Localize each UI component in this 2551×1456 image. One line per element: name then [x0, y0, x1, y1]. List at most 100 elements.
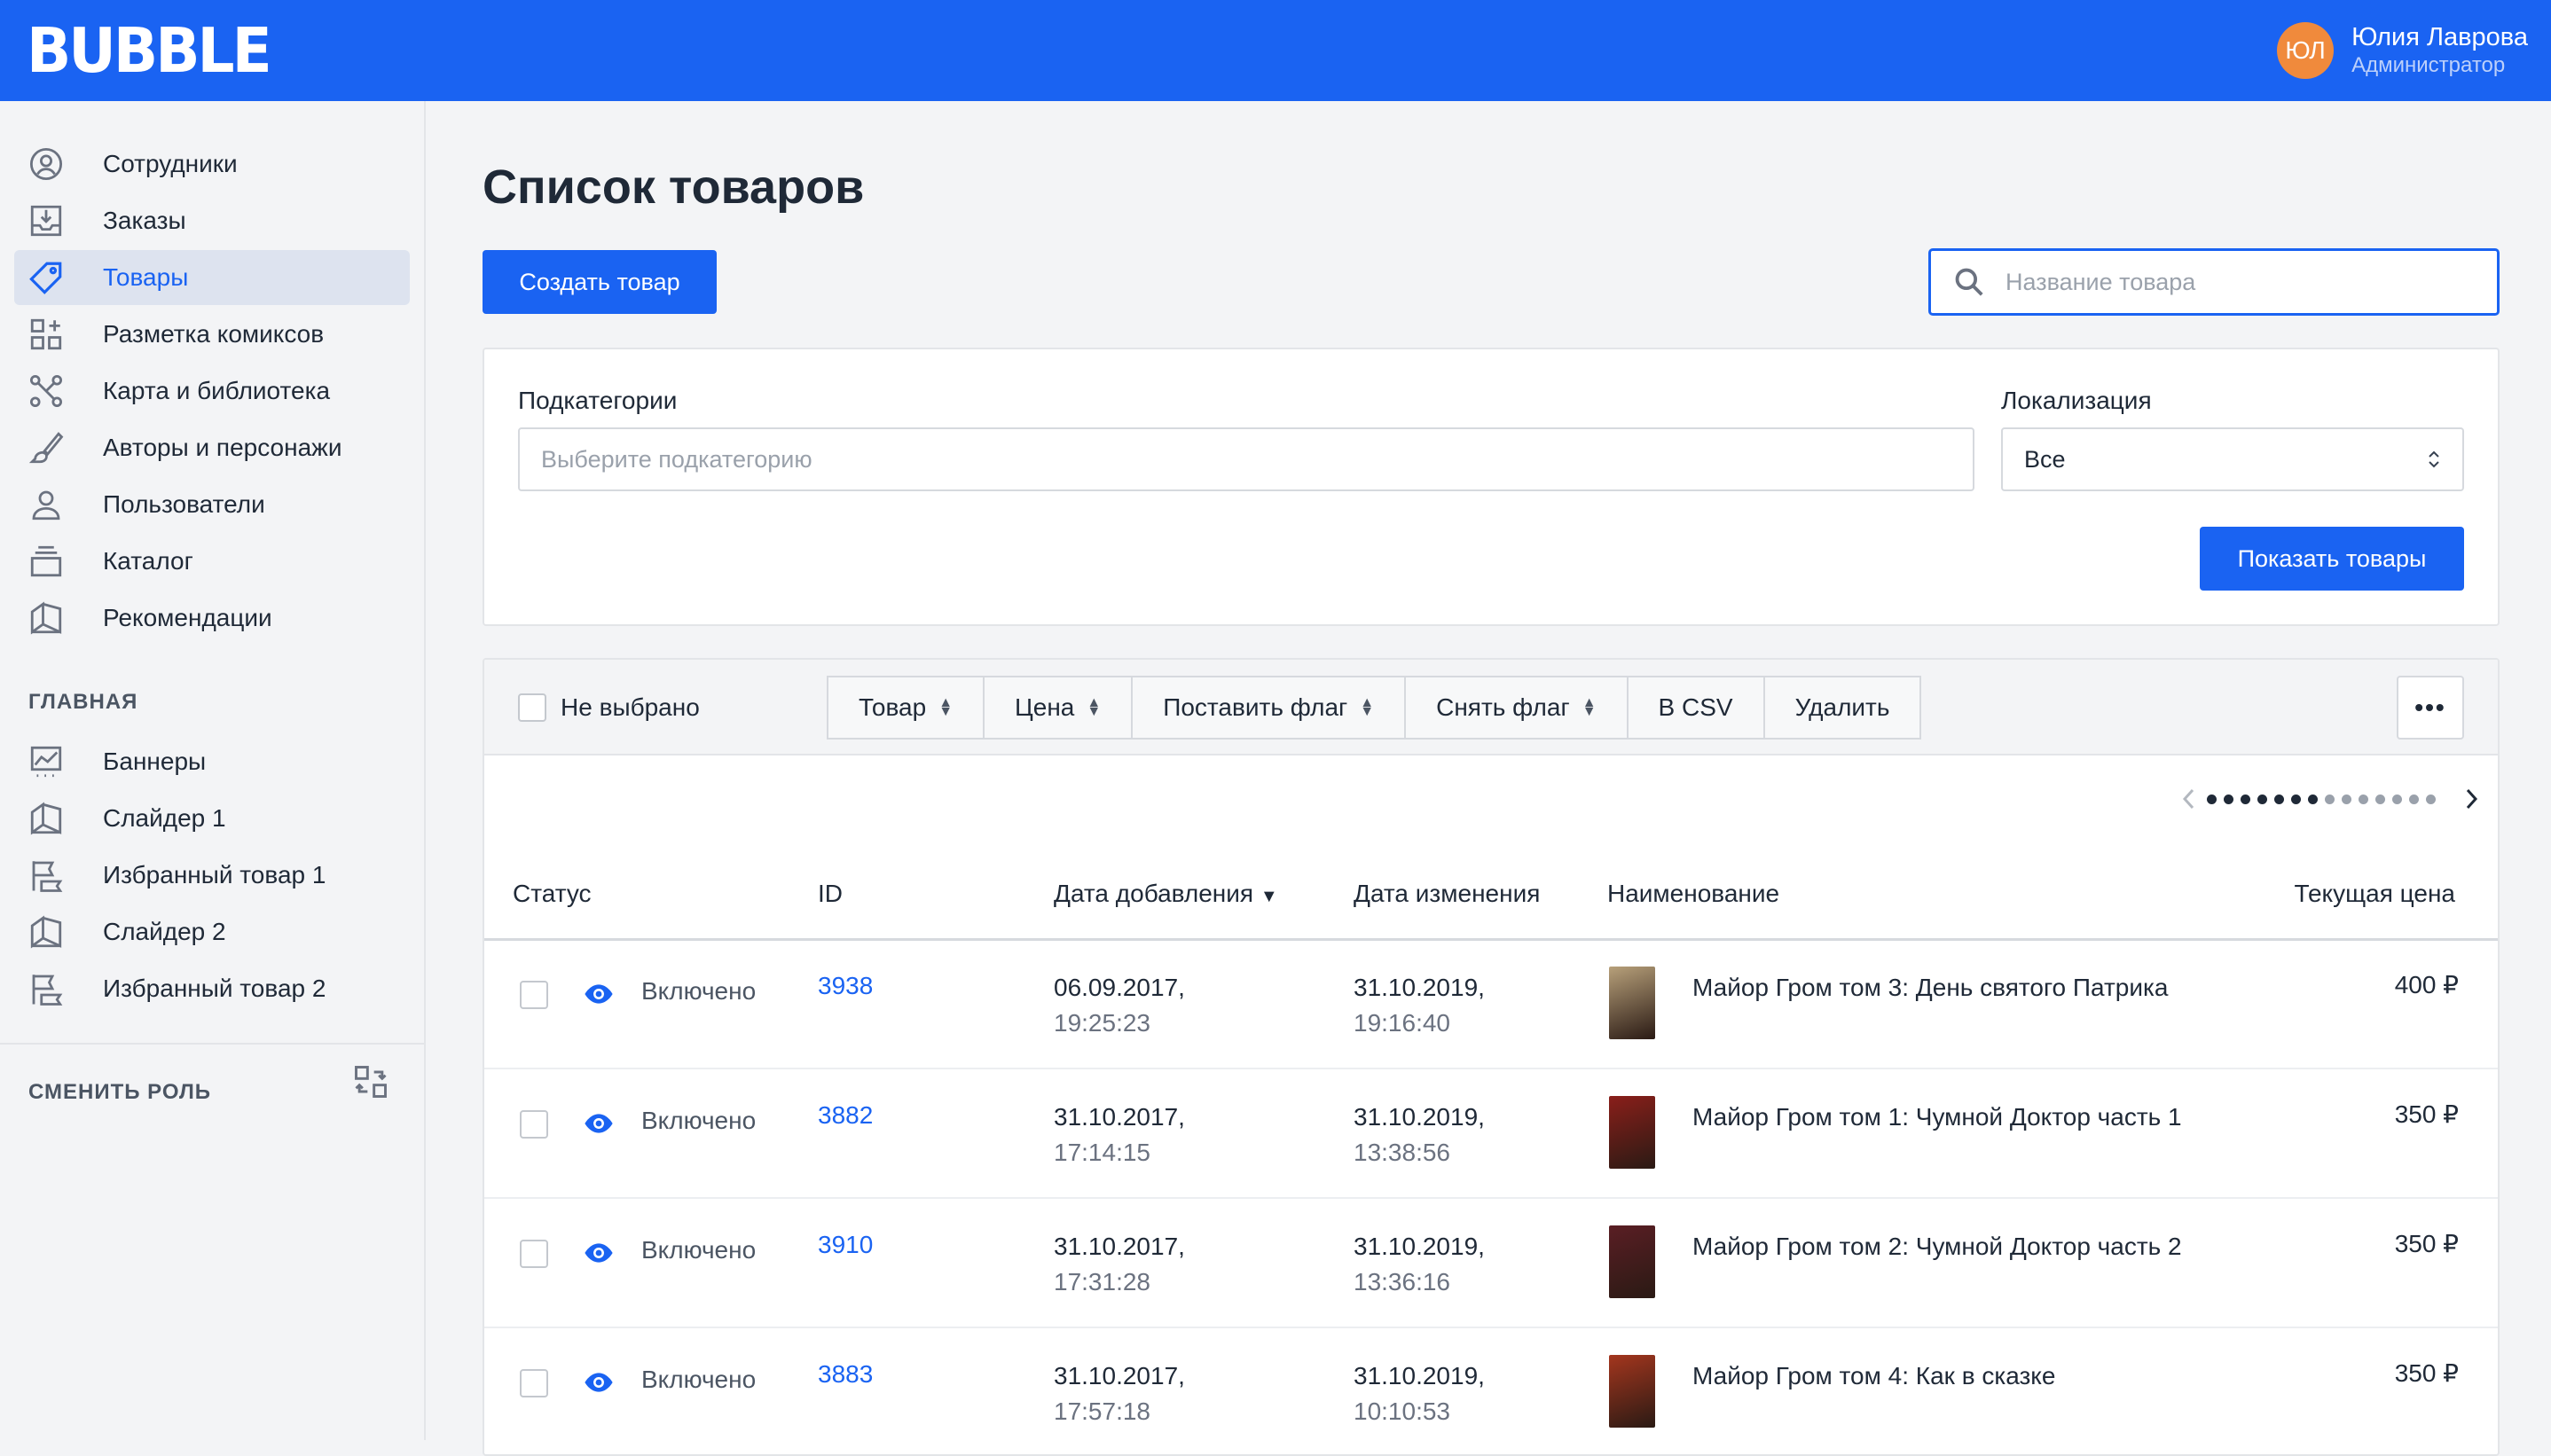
page-dot[interactable]: [2392, 795, 2402, 804]
table-row[interactable]: Включено 3882 31.10.2017, 17:14:15 31.10.…: [484, 1069, 2498, 1199]
eye-icon[interactable]: [584, 1367, 614, 1397]
book-open-icon: [27, 799, 66, 838]
change-role-label[interactable]: СМЕНИТЬ РОЛЬ: [28, 1080, 211, 1105]
sidebar-item-catalog[interactable]: Каталог: [14, 534, 410, 589]
row-checkbox[interactable]: [520, 981, 548, 1009]
product-name: Майор Гром том 1: Чумной Доктор часть 1: [1692, 1103, 2182, 1131]
col-date-added[interactable]: Дата добавления ▼: [1054, 880, 1278, 908]
sidebar-item-comic-markup[interactable]: Разметка комиксов: [14, 307, 410, 362]
row-checkbox[interactable]: [520, 1369, 548, 1397]
date-changed: 31.10.2019, 13:36:16: [1354, 1229, 1485, 1300]
sidebar-item-label: Избранный товар 2: [103, 975, 326, 1002]
page-dot[interactable]: [2409, 795, 2419, 804]
subcategory-label: Подкатегории: [518, 387, 678, 414]
page-dot[interactable]: [2375, 795, 2385, 804]
page-dot[interactable]: [2207, 795, 2217, 804]
sidebar-item-slider-2[interactable]: Слайдер 2: [14, 904, 410, 959]
set-flag-button[interactable]: Поставить флаг ▲ ▼: [1131, 676, 1407, 740]
export-csv-button[interactable]: В CSV: [1626, 676, 1765, 740]
show-products-button[interactable]: Показать товары: [2200, 527, 2464, 591]
brush-icon: [27, 428, 66, 467]
table-row[interactable]: Включено 3883 31.10.2017, 17:57:18 31.10.…: [484, 1328, 2498, 1454]
avatar[interactable]: ЮЛ: [2277, 22, 2335, 79]
sidebar-item-map-library[interactable]: Карта и библиотека: [14, 364, 410, 419]
sidebar-item-employees[interactable]: Сотрудники: [14, 137, 410, 192]
page-dot[interactable]: [2342, 795, 2351, 804]
sidebar-item-orders[interactable]: Заказы: [14, 193, 410, 248]
table-row[interactable]: Включено 3938 06.09.2017, 19:25:23 31.10.…: [484, 940, 2498, 1069]
date-added-date: 31.10.2017,: [1054, 1103, 1185, 1131]
sidebar-item-recommendations[interactable]: Рекомендации: [14, 591, 410, 646]
locale-select[interactable]: Все: [2001, 427, 2464, 491]
product-price: 400 ₽: [2394, 971, 2459, 998]
sidebar-item-users[interactable]: Пользователи: [14, 477, 410, 532]
page-dot[interactable]: [2257, 795, 2267, 804]
sort-arrows-icon: ▲ ▼: [1087, 695, 1102, 719]
select-all-checkbox[interactable]: [518, 693, 546, 722]
button-label: Поставить флаг: [1163, 693, 1348, 721]
subcategory-select[interactable]: Выберите подкатегорию: [518, 427, 1974, 491]
button-label: Цена: [1015, 693, 1075, 721]
sidebar: Сотрудники Заказы Товары Разметка комикс…: [0, 101, 426, 1440]
col-status: Статус: [513, 880, 592, 907]
page-dot[interactable]: [2224, 795, 2233, 804]
product-id-link[interactable]: 3883: [818, 1360, 873, 1389]
sidebar-item-banners[interactable]: Баннеры: [14, 734, 410, 789]
next-page-icon[interactable]: [2462, 787, 2480, 810]
flag-icon: [27, 856, 66, 895]
row-checkbox[interactable]: [520, 1110, 548, 1139]
search-input[interactable]: [2005, 268, 2484, 296]
product-id-link[interactable]: 3910: [818, 1231, 873, 1259]
product-id-link[interactable]: 3938: [818, 972, 873, 1000]
top-bar: BUBBLE ЮЛ Юлия Лаврова Администратор: [0, 0, 2551, 101]
eye-icon[interactable]: [584, 1238, 614, 1268]
create-product-button[interactable]: Создать товар: [483, 250, 717, 314]
swap-role-icon[interactable]: [351, 1062, 390, 1101]
page-dot[interactable]: [2291, 795, 2301, 804]
date-changed-time: 10:10:53: [1354, 1397, 1450, 1425]
remove-flag-button[interactable]: Снять флаг ▲ ▼: [1404, 676, 1629, 740]
product-price: 350 ₽: [2394, 1230, 2459, 1257]
stack-icon: [27, 542, 66, 581]
page-dot[interactable]: [2241, 795, 2250, 804]
sidebar-item-label: Каталог: [103, 547, 193, 575]
grid-add-icon: [27, 315, 66, 354]
date-added-date: 06.09.2017,: [1054, 974, 1185, 1001]
prev-page-icon[interactable]: [2180, 787, 2198, 810]
section-title-main: ГЛАВНАЯ: [28, 690, 138, 714]
date-changed-time: 19:16:40: [1354, 1009, 1450, 1037]
button-label: Удалить: [1794, 693, 1890, 721]
sidebar-item-featured-1[interactable]: Избранный товар 1: [14, 848, 410, 903]
table-row[interactable]: Включено 3910 31.10.2017, 17:31:28 31.10.…: [484, 1199, 2498, 1328]
page-dot[interactable]: [2426, 795, 2436, 804]
product-thumbnail: [1609, 1096, 1655, 1169]
col-date-changed: Дата изменения: [1354, 880, 1541, 907]
sort-product-button[interactable]: Товар ▲ ▼: [827, 676, 985, 740]
eye-icon[interactable]: [584, 1108, 614, 1139]
sidebar-item-slider-1[interactable]: Слайдер 1: [14, 791, 410, 846]
sidebar-item-authors[interactable]: Авторы и персонажи: [14, 420, 410, 475]
user-menu[interactable]: ЮЛ Юлия Лаврова Администратор: [2277, 21, 2528, 80]
sidebar-item-label: Заказы: [103, 207, 186, 234]
product-name: Майор Гром том 3: День святого Патрика: [1692, 974, 2169, 1001]
sidebar-item-products[interactable]: Товары: [14, 250, 410, 305]
logo[interactable]: BUBBLE: [27, 14, 272, 89]
date-added-time: 17:57:18: [1054, 1397, 1150, 1425]
sort-price-button[interactable]: Цена ▲ ▼: [983, 676, 1134, 740]
col-price: Текущая цена: [2294, 880, 2455, 907]
sidebar-item-featured-2[interactable]: Избранный товар 2: [14, 961, 410, 1016]
search-box[interactable]: [1928, 248, 2500, 316]
page-dot[interactable]: [2325, 795, 2335, 804]
page-dot[interactable]: [2308, 795, 2318, 804]
page-dot[interactable]: [2359, 795, 2368, 804]
page-dot[interactable]: [2274, 795, 2284, 804]
row-checkbox[interactable]: [520, 1240, 548, 1268]
product-id-link[interactable]: 3882: [818, 1101, 873, 1130]
locale-value: Все: [2024, 445, 2066, 473]
eye-icon[interactable]: [584, 979, 614, 1009]
more-actions-button[interactable]: •••: [2397, 676, 2464, 740]
sidebar-item-label: Слайдер 2: [103, 918, 226, 945]
date-added-time: 17:31:28: [1054, 1268, 1150, 1296]
date-added-date: 31.10.2017,: [1054, 1233, 1185, 1260]
delete-button[interactable]: Удалить: [1762, 676, 1922, 740]
